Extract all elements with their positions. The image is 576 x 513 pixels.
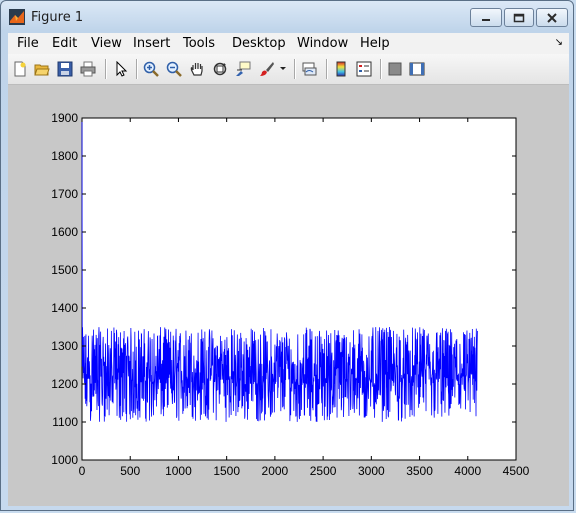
figure-window: Figure 1 File Edit View Insert Tools Des… <box>0 0 574 511</box>
x-tick-label: 3500 <box>406 464 433 478</box>
pan-hand-icon <box>190 63 203 76</box>
y-tick-label: 1800 <box>51 149 78 163</box>
legend-icon <box>356 61 372 77</box>
zoom-in-button[interactable] <box>142 60 160 78</box>
pan-button[interactable] <box>188 60 206 78</box>
x-tick-label: 4500 <box>503 464 530 478</box>
brush-button[interactable] <box>258 60 276 78</box>
x-tick-label: 2000 <box>262 464 289 478</box>
y-tick-label: 1400 <box>51 301 78 315</box>
pointer-icon <box>116 61 128 77</box>
menu-window[interactable]: Window <box>297 36 348 51</box>
new-figure-button[interactable] <box>11 60 29 78</box>
plot-svg[interactable]: 0 500 1000 1500 2000 2500 3000 3500 4000 4500 1000… <box>8 85 569 506</box>
show-plot-tools-button[interactable] <box>408 60 426 78</box>
x-tick-label: 500 <box>120 464 140 478</box>
y-tick-label: 1700 <box>51 187 78 201</box>
new-figure-icon <box>14 61 26 77</box>
menu-file[interactable]: File <box>17 36 39 51</box>
insert-legend-button[interactable] <box>355 60 373 78</box>
menu-insert[interactable]: Insert <box>133 36 170 51</box>
y-tick-label: 1000 <box>51 453 78 467</box>
brush-dropdown[interactable] <box>278 60 288 78</box>
menu-view[interactable]: View <box>91 36 122 51</box>
print-icon <box>80 61 96 77</box>
y-tick-label: 1100 <box>52 415 78 429</box>
menu-help[interactable]: Help <box>360 36 390 51</box>
open-file-icon <box>34 64 50 76</box>
close-button[interactable] <box>536 8 568 27</box>
zoom-out-icon <box>166 61 182 77</box>
maximize-button[interactable] <box>504 8 534 27</box>
hide-plot-tools-icon <box>388 62 402 76</box>
zoom-in-icon <box>143 61 159 77</box>
title-bar[interactable]: Figure 1 <box>1 1 573 33</box>
y-tick-label: 1300 <box>51 339 78 353</box>
minimize-button[interactable] <box>470 8 502 27</box>
y-tick-label: 1500 <box>51 263 78 277</box>
link-plot-icon <box>302 62 317 76</box>
rotate-3d-button[interactable] <box>211 60 229 78</box>
link-plot-button[interactable] <box>300 60 318 78</box>
menu-tools[interactable]: Tools <box>183 36 215 51</box>
hide-plot-tools-button[interactable] <box>386 60 404 78</box>
window-title: Figure 1 <box>31 10 84 25</box>
y-tick-label: 1600 <box>51 225 78 239</box>
x-tick-label: 3000 <box>358 464 385 478</box>
toolbar-separator <box>294 59 296 79</box>
save-button[interactable] <box>56 60 74 78</box>
y-tick-label: 1900 <box>51 111 78 125</box>
x-tick-label: 2500 <box>310 464 337 478</box>
minimize-icon <box>482 18 490 21</box>
edit-plot-button[interactable] <box>112 60 130 78</box>
maximize-icon <box>513 13 525 22</box>
save-icon <box>57 61 73 77</box>
chevron-down-icon <box>280 67 286 70</box>
zoom-out-button[interactable] <box>165 60 183 78</box>
print-button[interactable] <box>79 60 97 78</box>
y-tick-label: 1200 <box>51 377 78 391</box>
menu-dock-arrow-icon[interactable]: ↘ <box>555 37 563 48</box>
close-icon <box>547 12 557 23</box>
brush-icon <box>260 62 274 76</box>
insert-colorbar-button[interactable] <box>332 60 350 78</box>
x-tick-label: 4000 <box>454 464 481 478</box>
toolbar-separator <box>105 59 107 79</box>
menu-edit[interactable]: Edit <box>52 36 77 51</box>
menu-bar: File Edit View Insert Tools Desktop Wind… <box>8 33 569 54</box>
toolbar-separator <box>136 59 138 79</box>
open-file-button[interactable] <box>33 60 51 78</box>
toolbar-separator <box>380 59 382 79</box>
x-tick-label: 1500 <box>213 464 240 478</box>
show-plot-tools-icon <box>409 62 425 76</box>
data-cursor-icon <box>236 61 251 76</box>
toolbar-separator <box>326 59 328 79</box>
x-tick-label: 1000 <box>165 464 192 478</box>
figure-toolbar <box>8 54 569 85</box>
menu-desktop[interactable]: Desktop <box>232 36 286 51</box>
matlab-logo-icon <box>9 9 25 25</box>
data-cursor-button[interactable] <box>234 60 252 78</box>
colorbar-icon <box>336 61 346 77</box>
rotate-3d-icon <box>213 62 227 76</box>
x-tick-label: 0 <box>79 464 86 478</box>
figure-canvas: 0 500 1000 1500 2000 2500 3000 3500 4000 4500 1000… <box>8 85 569 506</box>
